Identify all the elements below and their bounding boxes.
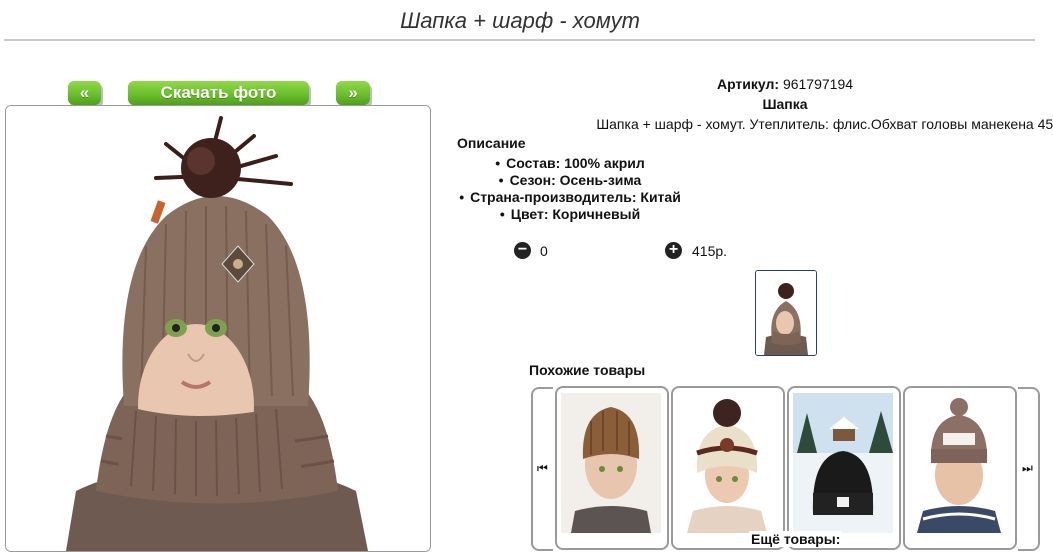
download-photo-button[interactable]: Скачать фото <box>128 81 309 105</box>
carousel-next-button[interactable]: ⏭ <box>1018 387 1040 551</box>
article-label: Артикул: <box>716 76 780 92</box>
spec-item: Цвет: Коричневый <box>440 206 700 223</box>
similar-heading: Похожие товары <box>529 362 646 378</box>
product-thumbnail[interactable] <box>755 270 817 356</box>
spec-item: Состав: 100% акрил <box>440 155 700 172</box>
spec-item: Сезон: Осень-зима <box>440 172 700 189</box>
article-row: Артикул: 961797194 <box>440 76 1053 92</box>
skip-left-icon: ⏮ <box>537 461 548 475</box>
spec-list: Состав: 100% акрил Сезон: Осень-зима Стр… <box>440 155 700 223</box>
minus-circle-icon[interactable]: − <box>514 242 531 259</box>
spec-item: Страна-производитель: Китай <box>440 189 700 206</box>
next-photo-button[interactable]: » <box>336 81 370 105</box>
similar-item-image <box>909 393 1009 533</box>
prev-photo-button[interactable]: « <box>68 81 101 105</box>
similar-item-image <box>677 393 777 533</box>
product-photo-image <box>6 106 430 551</box>
similar-item-image <box>561 393 661 533</box>
more-goods-label: Ещё товары: <box>749 531 843 547</box>
product-photo[interactable] <box>5 105 431 552</box>
product-type: Шапка <box>762 96 808 112</box>
similar-item[interactable] <box>555 386 669 550</box>
product-description: Шапка + шарф - хомут. Утеплитель: флис.О… <box>596 116 1053 132</box>
title-divider <box>4 39 1035 41</box>
plus-circle-icon[interactable]: + <box>665 242 682 259</box>
quantity-value: 0 <box>540 243 548 259</box>
skip-right-icon: ⏭ <box>1022 461 1033 475</box>
article-value: 961797194 <box>782 76 854 92</box>
similar-item[interactable] <box>671 386 785 550</box>
page-title: Шапка + шарф - хомут <box>400 8 640 33</box>
similar-item-image <box>793 393 893 533</box>
thumbnail-image <box>756 271 816 355</box>
carousel-prev-button[interactable]: ⏮ <box>531 387 553 551</box>
similar-item[interactable] <box>903 386 1017 550</box>
similar-item[interactable] <box>787 386 901 550</box>
description-heading: Описание <box>457 135 526 151</box>
price: 415р. <box>692 243 728 259</box>
